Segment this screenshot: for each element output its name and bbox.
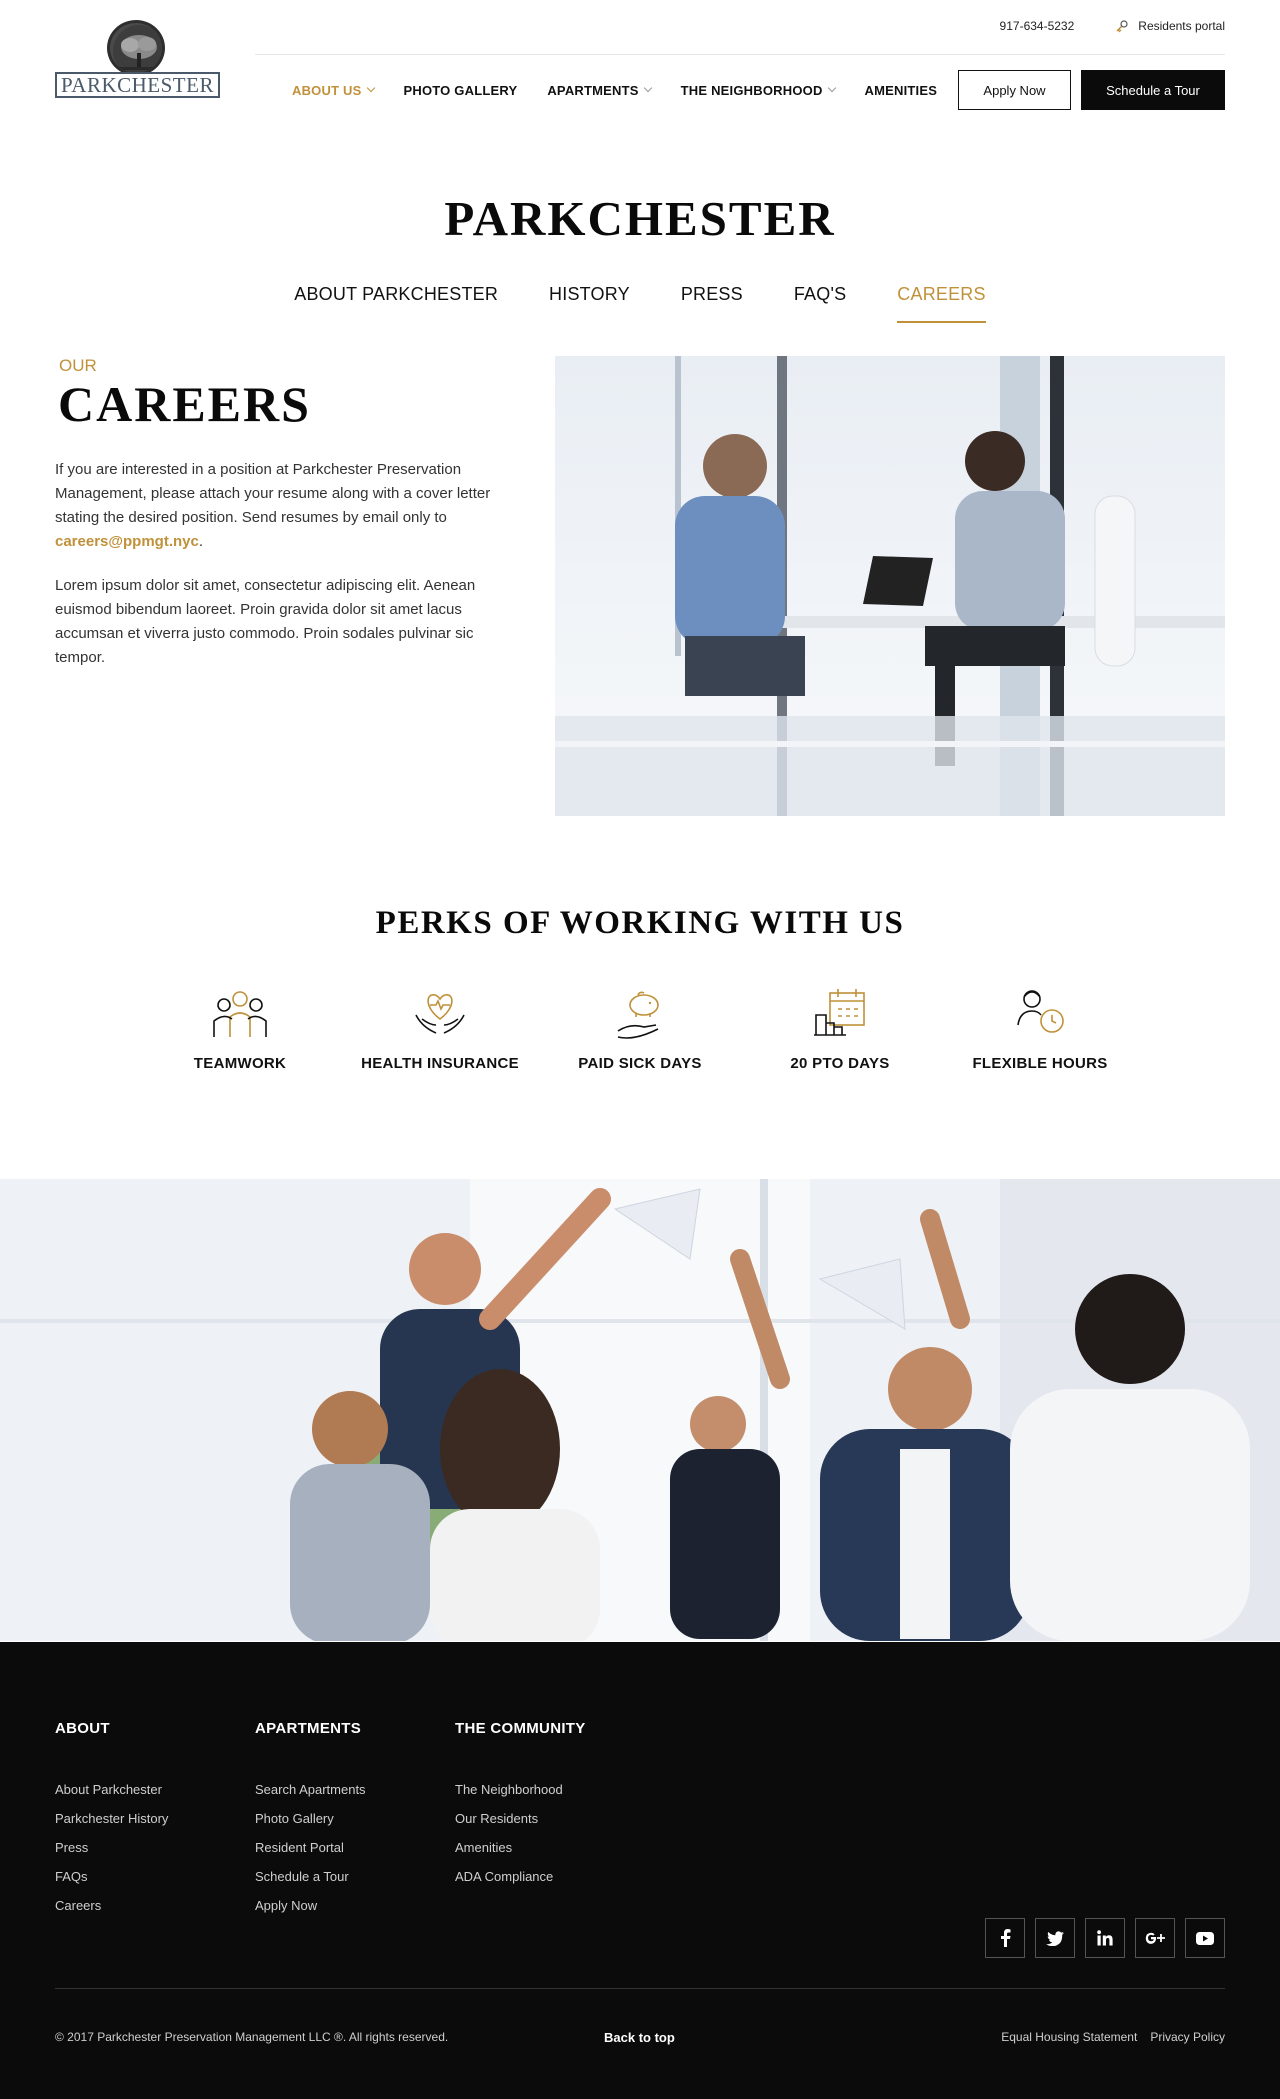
nav-the-neighborhood[interactable]: THE NEIGHBORHOOD (680, 82, 836, 98)
piggy-bank-hand-icon (608, 985, 672, 1045)
perk-label: FLEXIBLE HOURS (972, 1055, 1108, 1072)
main-nav: ABOUT US PHOTO GALLERY APARTMENTS THE NE… (292, 70, 967, 110)
nav-photo-gallery[interactable]: PHOTO GALLERY (404, 83, 518, 98)
chevron-down-icon (643, 83, 652, 93)
perk-label: TEAMWORK (193, 1055, 287, 1072)
perk-label: HEALTH INSURANCE (361, 1055, 519, 1072)
nav-apartments[interactable]: APARTMENTS (547, 82, 652, 98)
footer-link[interactable]: Photo Gallery (255, 1811, 334, 1826)
careers-email-link[interactable]: careers@ppmgt.nyc (55, 533, 199, 550)
footer-link[interactable]: FAQs (55, 1869, 88, 1884)
site-header: PARKCHESTER 917-634-5232 Residents porta… (0, 0, 1280, 140)
residents-portal-link[interactable]: Residents portal (1114, 18, 1225, 34)
perk-label: PAID SICK DAYS (578, 1055, 702, 1072)
youtube-icon[interactable] (1185, 1918, 1225, 1958)
careers-intro-period: . (198, 533, 204, 550)
office-meeting-photo (555, 356, 1225, 816)
back-to-top-link[interactable]: Back to top (604, 2030, 675, 2045)
copyright-text: © 2017 Parkchester Preservation Manageme… (55, 2030, 449, 2044)
tree-logo-icon (107, 20, 165, 76)
team-celebration-photo (0, 1179, 1280, 1641)
page-title: PARKCHESTER (444, 191, 836, 246)
teamwork-icon (208, 985, 272, 1045)
nav-label: ABOUT US (292, 82, 362, 98)
footer-link[interactable]: Press (55, 1840, 88, 1855)
footer-link[interactable]: Careers (55, 1898, 101, 1913)
footer-link[interactable]: Search Apartments (255, 1782, 366, 1797)
nav-divider (255, 54, 1225, 55)
careers-heading: CAREERS (58, 376, 311, 432)
logo-wordmark: PARKCHESTER (55, 72, 220, 98)
perk-item: FLEXIBLE HOURS (940, 985, 1140, 1072)
careers-intro: If you are interested in a position at P… (55, 458, 525, 554)
about-subnav: ABOUT PARKCHESTER HISTORY PRESS FAQ'S CA… (0, 284, 1280, 323)
subnav-history[interactable]: HISTORY (549, 284, 630, 323)
footer-link[interactable]: ADA Compliance (455, 1869, 553, 1884)
footer-legal-links: Equal Housing Statement Privacy Policy (1001, 2030, 1225, 2044)
top-bar: 917-634-5232 Residents portal (1000, 14, 1225, 38)
subnav-about-parkchester[interactable]: ABOUT PARKCHESTER (294, 284, 498, 323)
nav-label: APARTMENTS (547, 82, 639, 98)
subnav-press[interactable]: PRESS (681, 284, 743, 323)
subnav-careers[interactable]: CAREERS (897, 284, 987, 323)
footer-heading: THE COMMUNITY (455, 1720, 586, 1737)
careers-body: Lorem ipsum dolor sit amet, consectetur … (55, 577, 476, 666)
footer-column-about: ABOUT About Parkchester Parkchester Hist… (55, 1720, 168, 1920)
key-icon (1114, 18, 1130, 34)
equal-housing-link[interactable]: Equal Housing Statement (1001, 2030, 1137, 2044)
footer-column-apartments: APARTMENTS Search Apartments Photo Galle… (255, 1720, 366, 1920)
perk-item: HEALTH INSURANCE (340, 985, 540, 1072)
chevron-down-icon (827, 83, 836, 93)
residents-portal-label: Residents portal (1138, 19, 1225, 33)
footer-link[interactable]: The Neighborhood (455, 1782, 563, 1797)
perks-list: TEAMWORK HEALTH INSURANCE PAID SICK DAYS… (140, 985, 1140, 1072)
careers-intro-text: If you are interested in a position at P… (55, 461, 491, 526)
linkedin-icon[interactable] (1085, 1918, 1125, 1958)
footer-column-community: THE COMMUNITY The Neighborhood Our Resid… (455, 1720, 586, 1891)
apply-now-button[interactable]: Apply Now (958, 70, 1071, 110)
perk-item: 20 PTO DAYS (740, 985, 940, 1072)
person-clock-icon (1008, 985, 1072, 1045)
twitter-icon[interactable] (1035, 1918, 1075, 1958)
privacy-policy-link[interactable]: Privacy Policy (1150, 2030, 1225, 2044)
facebook-icon[interactable] (985, 1918, 1025, 1958)
phone-link[interactable]: 917-634-5232 (1000, 19, 1075, 33)
footer-link[interactable]: About Parkchester (55, 1782, 162, 1797)
nav-amenities[interactable]: AMENITIES (865, 83, 938, 98)
calendar-city-icon (808, 985, 872, 1045)
careers-eyebrow: OUR (59, 356, 97, 375)
footer-link[interactable]: Resident Portal (255, 1840, 344, 1855)
nav-label: AMENITIES (864, 82, 938, 98)
perk-item: PAID SICK DAYS (540, 985, 740, 1072)
google-plus-icon[interactable] (1135, 1918, 1175, 1958)
nav-about-us[interactable]: ABOUT US (292, 82, 375, 98)
subnav-faqs[interactable]: FAQ'S (794, 284, 846, 323)
nav-label: THE NEIGHBORHOOD (680, 82, 823, 98)
site-footer: ABOUT About Parkchester Parkchester Hist… (0, 1642, 1280, 2099)
site-logo[interactable]: PARKCHESTER (55, 20, 220, 100)
careers-section: OUR CAREERS If you are interested in a p… (55, 356, 525, 670)
footer-heading: ABOUT (55, 1720, 110, 1737)
footer-link[interactable]: Amenities (455, 1840, 512, 1855)
chevron-down-icon (366, 83, 375, 93)
schedule-tour-button[interactable]: Schedule a Tour (1081, 70, 1225, 110)
nav-label: PHOTO GALLERY (403, 82, 518, 98)
perks-heading: PERKS OF WORKING WITH US (375, 905, 905, 941)
footer-link[interactable]: Schedule a Tour (255, 1869, 349, 1884)
footer-link[interactable]: Apply Now (255, 1898, 317, 1913)
footer-divider (55, 1988, 1225, 1989)
footer-link[interactable]: Our Residents (455, 1811, 538, 1826)
social-links (985, 1918, 1225, 1958)
perk-item: TEAMWORK (140, 985, 340, 1072)
footer-link[interactable]: Parkchester History (55, 1811, 168, 1826)
health-heart-hands-icon (408, 985, 472, 1045)
footer-heading: APARTMENTS (255, 1720, 362, 1737)
perk-label: 20 PTO DAYS (790, 1055, 890, 1072)
